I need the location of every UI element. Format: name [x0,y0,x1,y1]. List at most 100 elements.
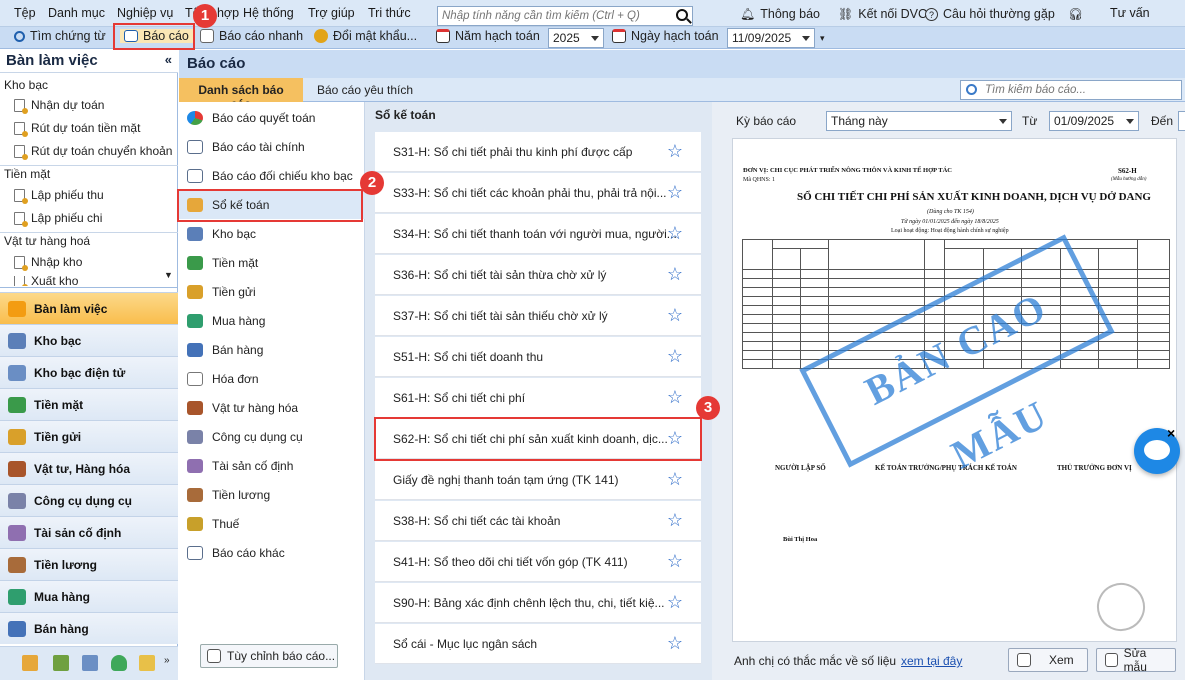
category-goods[interactable]: Vật tư hàng hóa [179,394,365,422]
star-icon[interactable]: ☆ [667,592,683,613]
shortcut-withdraw-transfer[interactable]: Rút dự toán chuyển khoản [14,144,172,160]
change-password-button[interactable]: Đổi mật khẩu... [314,29,417,43]
menu-system[interactable]: Hệ thống [243,6,294,20]
star-icon[interactable]: ☆ [667,346,683,367]
star-icon[interactable]: ☆ [667,633,683,654]
report-mini-icon[interactable] [53,655,69,671]
category-sales[interactable]: Bán hàng [179,336,365,364]
nav-tools[interactable]: Công cụ dụng cụ [0,484,178,516]
menu-file[interactable]: Tệp [14,6,36,20]
from-date-picker[interactable]: 01/09/2025 [1049,111,1139,131]
connect-dvc-button[interactable]: ⛓ Kết nối DVC [838,7,927,21]
menu-operations[interactable]: Nghiệp vụ [117,6,173,20]
chevron-down-icon[interactable] [591,36,599,41]
menu-knowledge[interactable]: Tri thức [368,6,411,20]
view-button[interactable]: Xem [1008,648,1088,672]
report-item-s34h[interactable]: S34-H: Sổ chi tiết thanh toán với người … [375,214,701,254]
shortcut-withdraw-cash[interactable]: Rút dự toán tiền mặt [14,121,140,137]
nav-payroll[interactable]: Tiền lương [0,548,178,580]
feature-search-input[interactable] [438,7,668,25]
star-icon[interactable]: ☆ [667,469,683,490]
report-item-s38h[interactable]: S38-H: Sổ chi tiết các tài khoản ☆ [375,501,701,541]
nav-fixed-assets[interactable]: Tài sản cố định [0,516,178,548]
nav-deposit[interactable]: Tiền gửi [0,420,178,452]
tab-favorite-reports[interactable]: Báo cáo yêu thích [307,78,423,102]
edit-mini-icon[interactable] [82,655,98,671]
report-item-s51h[interactable]: S51-H: Sổ chi tiết doanh thu ☆ [375,337,701,377]
quick-report-button[interactable]: Báo cáo nhanh [200,29,303,43]
shortcut-receive-estimate[interactable]: Nhận dự toán [14,98,104,114]
star-icon[interactable]: ☆ [667,510,683,531]
category-invoice[interactable]: Hóa đơn [179,365,365,393]
nav-sales[interactable]: Bán hàng [0,612,178,644]
report-search-box[interactable] [960,80,1182,100]
report-item-s37h[interactable]: S37-H: Sổ chi tiết tài sản thiếu chờ xử … [375,296,701,336]
shortcut-receipt[interactable]: Lập phiếu thu [14,188,104,204]
nav-workspace[interactable]: Bàn làm việc [0,292,178,324]
nav-cash[interactable]: Tiền mặt [0,388,178,420]
menu-help[interactable]: Trợ giúp [308,6,355,20]
period-select[interactable]: Tháng này [826,111,1012,131]
chevron-down-icon[interactable] [999,119,1007,124]
collapse-icon[interactable]: « [165,52,172,67]
edit-template-button[interactable]: Sửa mẫu [1096,646,1176,674]
feature-search-box[interactable] [437,6,693,26]
shield-mini-icon[interactable] [111,655,127,671]
category-deposit[interactable]: Tiền gửi [179,278,365,306]
report-search-input[interactable] [961,81,1151,99]
chevron-down-icon[interactable] [1126,119,1134,124]
building-mini-icon[interactable] [22,655,38,671]
scroll-down-icon[interactable]: ▼ [164,270,173,280]
chevron-down-icon[interactable] [802,36,810,41]
report-item-s41h[interactable]: S41-H: Sổ theo dõi chi tiết vốn góp (TK … [375,542,701,582]
star-icon[interactable]: ☆ [667,305,683,326]
notification-button[interactable]: 🔔︎ Thông báo [740,7,820,21]
search-icon[interactable] [676,9,688,21]
consult-button[interactable]: 🎧︎ [1068,7,1083,21]
custom-report-button[interactable]: Tùy chỉnh báo cáo... [200,644,338,668]
report-item-s90h[interactable]: S90-H: Bảng xác định chênh lệch thu, chi… [375,583,701,623]
category-fixed-assets[interactable]: Tài sản cố định [179,452,365,480]
nav-purchasing[interactable]: Mua hàng [0,580,178,612]
category-other[interactable]: Báo cáo khác [179,539,365,567]
menu-catalog[interactable]: Danh mục [48,6,105,20]
report-item-s61h[interactable]: S61-H: Sổ chi tiết chi phí ☆ [375,378,701,418]
category-payroll[interactable]: Tiền lương [179,481,365,509]
splitter[interactable] [0,287,178,288]
category-cash[interactable]: Tiền mặt [179,249,365,277]
report-item-s31h[interactable]: S31-H: Sổ chi tiết phải thu kinh phí đượ… [375,132,701,172]
toolbar-overflow-icon[interactable]: ▾ [820,33,825,44]
nav-treasury[interactable]: Kho bạc [0,324,178,356]
to-date-picker[interactable] [1178,111,1185,131]
accounting-date-picker[interactable]: 11/09/2025 [727,28,815,48]
category-treasury[interactable]: Kho bạc [179,220,365,248]
shortcut-stock-out[interactable]: Xuất kho [14,276,78,286]
shortcut-payment[interactable]: Lập phiếu chi [14,211,102,227]
report-item-advance-request[interactable]: Giấy đề nghị thanh toán tạm ứng (TK 141)… [375,460,701,500]
category-settlement[interactable]: Báo cáo quyết toán [179,104,365,132]
category-treasury-reconcile[interactable]: Báo cáo đối chiếu kho bạc [179,162,365,190]
star-icon[interactable]: ☆ [667,141,683,162]
category-tax[interactable]: Thuế [179,510,365,538]
category-tools[interactable]: Công cụ dụng cụ [179,423,365,451]
close-icon[interactable]: × [1167,426,1181,440]
fiscal-year-select[interactable]: 2025 [548,28,604,48]
footer-view-here-link[interactable]: xem tại đây [901,654,962,668]
consult-label[interactable]: Tư vấn [1110,6,1150,20]
star-icon[interactable]: ☆ [667,182,683,203]
folder-mini-icon[interactable] [139,655,155,671]
faq-button[interactable]: ? Câu hỏi thường gặp [925,7,1055,21]
category-purchasing[interactable]: Mua hàng [179,307,365,335]
nav-e-treasury[interactable]: Kho bạc điện tử [0,356,178,388]
report-item-ledger-budget[interactable]: Sổ cái - Mục lục ngân sách ☆ [375,624,701,664]
star-icon[interactable]: ☆ [667,223,683,244]
more-icon[interactable]: » [164,655,170,666]
star-icon[interactable]: ☆ [667,551,683,572]
star-icon[interactable]: ☆ [667,264,683,285]
report-item-s36h[interactable]: S36-H: Sổ chi tiết tài sản thừa chờ xử l… [375,255,701,295]
star-icon[interactable]: ☆ [667,387,683,408]
tab-report-list[interactable]: Danh sách báo cáo [179,78,303,111]
find-voucher-button[interactable]: Tìm chứng từ [14,29,106,43]
nav-goods[interactable]: Vật tư, Hàng hóa [0,452,178,484]
report-item-s33h[interactable]: S33-H: Sổ chi tiết các khoản phải thu, p… [375,173,701,213]
